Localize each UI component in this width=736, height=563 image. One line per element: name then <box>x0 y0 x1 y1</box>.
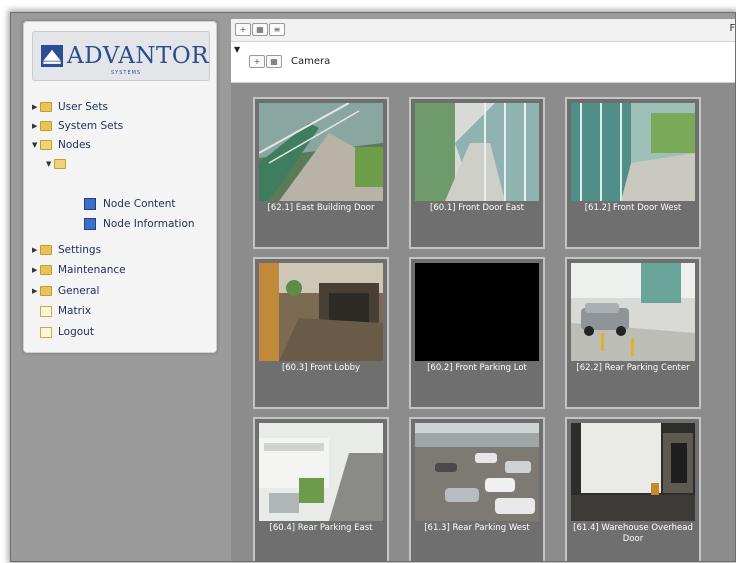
folder-open-icon <box>54 159 66 169</box>
camera-tile[interactable]: [60.1] Front Door East <box>409 97 545 249</box>
node-content-icon <box>84 198 96 210</box>
collapse-arrow-icon[interactable]: ▼ <box>46 160 54 168</box>
sidebar-item-logout[interactable]: Logout <box>40 325 94 339</box>
camera-feed-thumbnail[interactable] <box>415 103 539 201</box>
camera-add-button[interactable]: + <box>249 55 265 68</box>
camera-label: [60.4] Rear Parking East <box>269 523 373 533</box>
camera-label: [61.3] Rear Parking West <box>424 523 530 533</box>
top-toolbar: + ▦ ≡ Fo <box>231 19 735 42</box>
sidebar-item-matrix[interactable]: Matrix <box>40 304 91 318</box>
camera-tile[interactable]: [62.2] Rear Parking Center <box>565 257 701 409</box>
camera-feed-thumbnail[interactable] <box>259 263 383 361</box>
folder-icon <box>40 102 52 112</box>
main-panel: + ▦ ≡ Fo ▼ + ▦ Camera <box>231 19 735 561</box>
camera-feed-thumbnail[interactable] <box>571 103 695 201</box>
sidebar-item-label: General <box>58 285 100 297</box>
sidebar-item-system-sets[interactable]: ▶ System Sets <box>32 119 123 133</box>
folder-icon <box>40 286 52 296</box>
camera-tile[interactable]: [60.4] Rear Parking East <box>253 417 389 561</box>
camera-tile[interactable]: [60.2] Front Parking Lot <box>409 257 545 409</box>
sidebar-item-settings[interactable]: ▶ Settings <box>32 243 101 257</box>
camera-tile[interactable]: [62.1] East Building Door <box>253 97 389 249</box>
sidebar-item-label: Settings <box>58 244 102 256</box>
camera-feed-thumbnail[interactable] <box>571 263 695 361</box>
sidebar-item-general[interactable]: ▶ General <box>32 284 99 298</box>
camera-feed-thumbnail[interactable] <box>571 423 695 521</box>
add-button[interactable]: + <box>235 23 251 36</box>
camera-label: [60.2] Front Parking Lot <box>427 363 527 373</box>
logout-icon <box>40 326 52 338</box>
sidebar-item-node-folder[interactable]: ▼ <box>46 157 72 171</box>
sidebar-item-label: Logout <box>58 326 94 338</box>
expand-arrow-icon[interactable]: ▶ <box>32 266 40 274</box>
list-view-button[interactable]: ≡ <box>269 23 285 36</box>
sidebar-item-label: Node Information <box>103 218 195 230</box>
camera-tile[interactable]: [61.2] Front Door West <box>565 97 701 249</box>
expand-arrow-icon[interactable]: ▶ <box>32 246 40 254</box>
app-window: ADVANTOR SYSTEMS ▶ User Sets ▶ System Se… <box>10 12 736 562</box>
expand-arrow-icon[interactable]: ▶ <box>32 103 40 111</box>
advantor-logo: ADVANTOR SYSTEMS <box>32 31 210 81</box>
camera-label: [60.3] Front Lobby <box>281 363 361 373</box>
advantor-logo-mark-icon <box>41 44 64 68</box>
sidebar-item-label: Matrix <box>58 305 92 317</box>
grid-view-button[interactable]: ▦ <box>252 23 268 36</box>
camera-tile[interactable]: [61.3] Rear Parking West <box>409 417 545 561</box>
camera-feed-thumbnail[interactable] <box>415 263 539 361</box>
camera-label: [61.2] Front Door West <box>584 203 682 213</box>
camera-label: [62.1] East Building Door <box>267 203 375 213</box>
folder-open-icon <box>40 140 52 150</box>
camera-panel-header: ▼ + ▦ Camera <box>231 42 735 83</box>
folder-icon <box>40 265 52 275</box>
node-information-icon <box>84 218 96 230</box>
expand-arrow-icon[interactable]: ▶ <box>32 122 40 130</box>
folder-icon <box>40 121 52 131</box>
camera-label: [62.2] Rear Parking Center <box>576 363 690 373</box>
sidebar: ADVANTOR SYSTEMS ▶ User Sets ▶ System Se… <box>23 21 217 353</box>
camera-panel-title: Camera <box>291 56 331 67</box>
logo-text: ADVANTOR <box>67 42 209 69</box>
collapse-arrow-icon[interactable]: ▼ <box>234 45 240 54</box>
sidebar-item-node-information[interactable]: Node Information <box>84 217 195 231</box>
sidebar-item-nodes[interactable]: ▼ Nodes <box>32 138 91 152</box>
camera-tile[interactable]: [61.4] Warehouse Overhead Door <box>565 417 701 561</box>
sidebar-item-label: Nodes <box>58 139 91 151</box>
sidebar-item-label: Node Content <box>103 198 176 210</box>
camera-grid-button[interactable]: ▦ <box>266 55 282 68</box>
camera-feed-thumbnail[interactable] <box>415 423 539 521</box>
collapse-arrow-icon[interactable]: ▼ <box>32 141 40 149</box>
sidebar-item-label: User Sets <box>58 101 108 113</box>
camera-grid: [62.1] East Building Door [60.1] Front D… <box>231 83 735 561</box>
matrix-icon <box>40 305 52 317</box>
sidebar-item-node-content[interactable]: Node Content <box>84 197 176 211</box>
camera-feed-thumbnail[interactable] <box>259 423 383 521</box>
expand-arrow-icon[interactable]: ▶ <box>32 287 40 295</box>
logo-subtext: SYSTEMS <box>111 70 142 76</box>
sidebar-item-label: Maintenance <box>58 264 126 276</box>
camera-tile[interactable]: [60.3] Front Lobby <box>253 257 389 409</box>
folder-icon <box>40 245 52 255</box>
sidebar-item-user-sets[interactable]: ▶ User Sets <box>32 100 108 114</box>
camera-label: [60.1] Front Door East <box>430 203 524 213</box>
camera-feed-thumbnail[interactable] <box>259 103 383 201</box>
sidebar-item-maintenance[interactable]: ▶ Maintenance <box>32 263 126 277</box>
sidebar-item-label: System Sets <box>58 120 124 132</box>
camera-label: [61.4] Warehouse Overhead Door <box>573 523 693 544</box>
toolbar-right-label: Fo <box>729 23 735 34</box>
